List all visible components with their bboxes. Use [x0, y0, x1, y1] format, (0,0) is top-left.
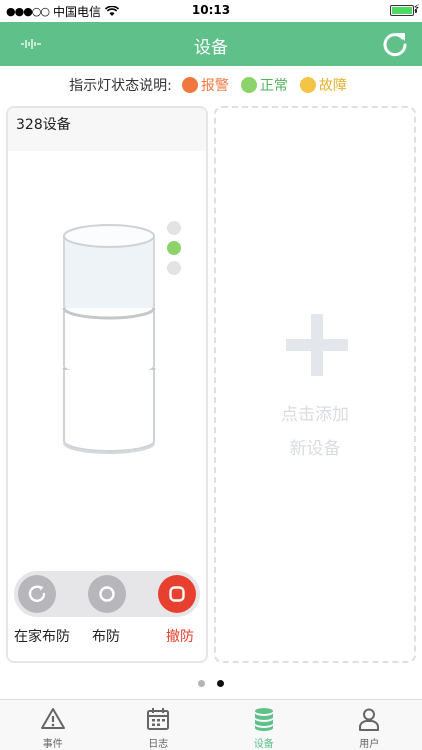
user-icon [359, 708, 380, 731]
tab-bar: 事件 日志 设备 用户 [0, 699, 422, 750]
arm-label: 布防 [92, 629, 120, 645]
tab-logs-label: 日志 [148, 739, 169, 750]
tab-devices-label: 设备 [253, 739, 274, 750]
database-icon [254, 708, 273, 731]
device-cylinder-icon [62, 221, 181, 454]
tab-events[interactable]: 事件 [0, 700, 106, 750]
tab-logs[interactable]: 日志 [106, 700, 212, 750]
tab-devices[interactable]: 设备 [211, 700, 317, 750]
tab-events-label: 事件 [42, 739, 63, 750]
device-card-header: 328设备 [8, 108, 206, 151]
device-card[interactable]: 328设备 在家布防 布防 撤防 [6, 106, 208, 663]
battery-icon [390, 5, 417, 16]
tab-users[interactable]: 用户 [317, 700, 422, 750]
warning-icon [40, 708, 65, 729]
alarm-dot-icon [181, 77, 198, 93]
page-indicator [0, 680, 422, 687]
page-dot-1[interactable] [198, 680, 205, 687]
nav-bar: 设备 [0, 22, 422, 66]
page-title: 设备 [194, 38, 228, 58]
normal-dot-icon [240, 77, 257, 93]
calendar-icon [147, 708, 170, 730]
legend-item-fault: 故障 [299, 75, 347, 95]
add-device-text: 点击添加 新设备 [216, 398, 414, 466]
legend-item-alarm: 报警 [181, 75, 229, 95]
refresh-icon[interactable] [380, 29, 410, 59]
indicator-legend: 指示灯状态说明: 报警 正常 故障 [0, 72, 422, 98]
tab-users-label: 用户 [359, 739, 380, 750]
add-device-line1: 点击添加 [281, 405, 349, 425]
legend-text-fault: 故障 [318, 78, 347, 94]
legend-text-alarm: 报警 [200, 78, 229, 94]
status-bar: ●●●○○ 中国电信 10:13 ⚡ [0, 0, 422, 22]
home-arm-button[interactable] [18, 575, 56, 613]
arm-button[interactable] [88, 575, 126, 613]
legend-item-normal: 正常 [240, 75, 288, 95]
home-arm-label: 在家布防 [14, 629, 70, 645]
arm-mode-controls [14, 571, 200, 617]
disarm-label: 撤防 [166, 629, 194, 645]
legend-text-normal: 正常 [259, 78, 288, 94]
add-device-card[interactable]: 点击添加 新设备 [214, 106, 416, 663]
arm-mode-labels: 在家布防 布防 撤防 [8, 626, 206, 646]
plus-icon [286, 314, 348, 376]
fault-dot-icon [299, 77, 316, 93]
add-device-line2: 新设备 [289, 439, 341, 459]
device-name: 328设备 [16, 117, 71, 133]
charging-icon: ⚡ [412, 3, 420, 14]
disarm-icon [169, 586, 185, 602]
legend-label: 指示灯状态说明: [69, 78, 172, 94]
arm-icon [99, 586, 115, 602]
page-dot-2[interactable] [217, 680, 224, 687]
clock: 10:13 [191, 3, 231, 17]
disarm-button[interactable] [158, 575, 196, 613]
home-arm-icon [28, 585, 46, 602]
